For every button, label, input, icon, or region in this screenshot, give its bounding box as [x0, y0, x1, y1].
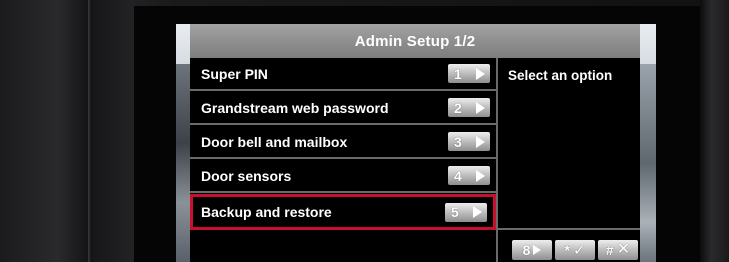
key-2-button[interactable]: 2: [448, 98, 490, 117]
close-icon: ✕: [616, 241, 631, 258]
info-text: Select an option: [508, 68, 613, 83]
key-5-button[interactable]: 5: [445, 202, 487, 222]
menu-item-label: Super PIN: [201, 65, 268, 82]
admin-menu: Super PIN 1 Grandstream web password 2 D…: [190, 58, 496, 262]
menu-item-super-pin[interactable]: Super PIN 1: [190, 58, 496, 91]
menu-item-label: Door bell and mailbox: [201, 133, 348, 150]
play-arrow-icon: [476, 101, 485, 114]
play-arrow-icon: [476, 169, 485, 182]
bezel-edge: [700, 0, 729, 262]
menu-empty-area: [190, 230, 496, 262]
key-4-button[interactable]: 4: [448, 166, 490, 185]
softkey-bar: 8 * ✓ # ✕: [496, 228, 640, 262]
page-title: Admin Setup 1/2: [190, 24, 640, 58]
play-arrow-icon: [533, 245, 542, 255]
play-arrow-icon: [473, 206, 482, 218]
bezel-edge: [88, 0, 92, 262]
menu-item-door-sensors[interactable]: Door sensors 4: [190, 160, 496, 193]
info-pane: Select an option: [496, 58, 640, 228]
play-arrow-icon: [476, 67, 485, 80]
key-1-button[interactable]: 1: [448, 64, 490, 83]
key-3-button[interactable]: 3: [448, 132, 490, 151]
play-arrow-icon: [476, 135, 485, 148]
cancel-button[interactable]: # ✕: [598, 240, 638, 260]
menu-item-backup-restore[interactable]: Backup and restore 5: [190, 194, 496, 230]
lcd-screen: Admin Setup 1/2 Super PIN 1 Grandstream …: [176, 24, 656, 262]
menu-item-label: Backup and restore: [201, 204, 332, 220]
menu-item-label: Door sensors: [201, 167, 292, 184]
next-page-button[interactable]: 8: [512, 240, 552, 260]
menu-item-door-bell[interactable]: Door bell and mailbox 3: [190, 126, 496, 159]
confirm-button[interactable]: * ✓: [555, 240, 595, 260]
check-icon: ✓: [572, 241, 586, 259]
menu-item-web-password[interactable]: Grandstream web password 2: [190, 92, 496, 125]
menu-item-label: Grandstream web password: [201, 99, 389, 116]
